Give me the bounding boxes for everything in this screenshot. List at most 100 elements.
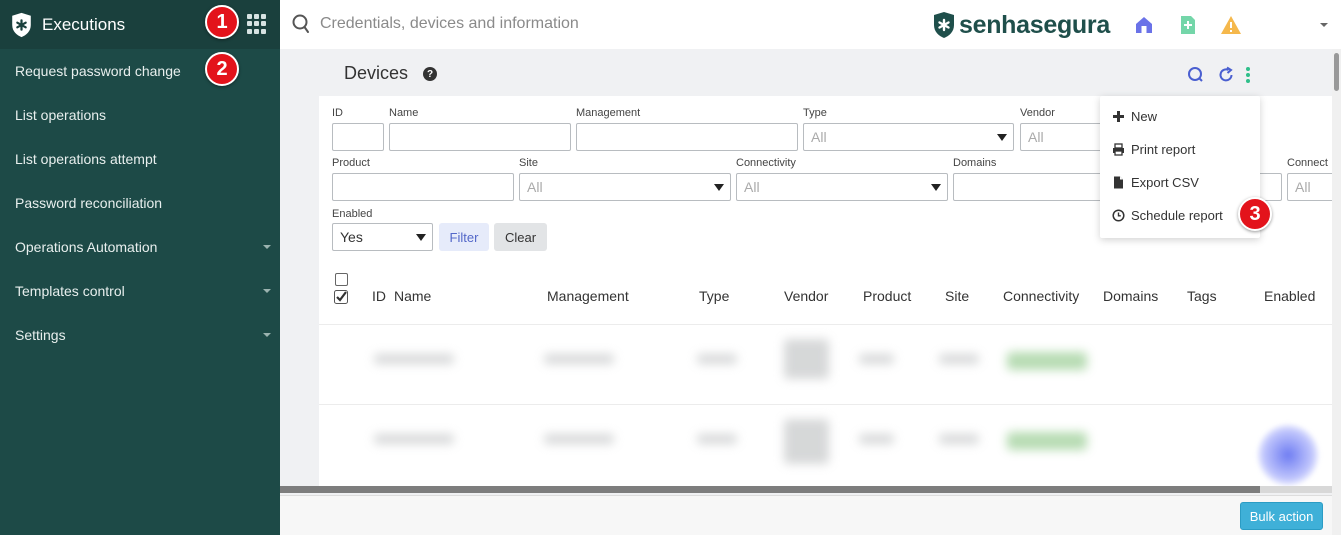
sidebar-item-password-reconciliation[interactable]: Password reconciliation xyxy=(0,181,280,225)
caret-down-icon xyxy=(416,234,426,241)
redacted-cell xyxy=(697,354,737,364)
menu-item-print-report[interactable]: Print report xyxy=(1112,138,1195,160)
brand-shield-icon xyxy=(934,12,954,38)
printer-icon xyxy=(1113,142,1124,156)
global-search-input[interactable] xyxy=(320,10,720,38)
filter-label-management: Management xyxy=(576,107,641,119)
menu-item-schedule-report[interactable]: Schedule report xyxy=(1112,204,1223,226)
caret-down-icon xyxy=(997,134,1007,141)
sidebar-item-label: List operations attempt xyxy=(15,151,157,167)
scrollbar-thumb[interactable] xyxy=(1334,53,1339,91)
column-header-tags[interactable]: Tags xyxy=(1187,288,1217,304)
filter-type-select[interactable]: All xyxy=(803,123,1014,151)
filter-site-select[interactable]: All xyxy=(519,173,731,201)
horizontal-scrollbar[interactable] xyxy=(280,486,1341,493)
filter-product-input[interactable] xyxy=(332,173,514,201)
select-value: All xyxy=(1295,179,1311,195)
sidebar-item-label: List operations xyxy=(15,107,107,123)
new-request-icon[interactable] xyxy=(1177,14,1199,36)
redacted-cell xyxy=(697,434,737,444)
floating-chat-button[interactable] xyxy=(1257,424,1319,486)
filter-label-type: Type xyxy=(803,107,827,119)
column-header-name[interactable]: Name xyxy=(394,288,431,304)
sidebar-item-operations-automation[interactable]: Operations Automation xyxy=(0,225,280,269)
sidebar-item-templates-control[interactable]: Templates control xyxy=(0,269,280,313)
row-divider xyxy=(319,324,1341,325)
user-menu-caret-icon[interactable] xyxy=(1320,23,1328,27)
table-row xyxy=(374,434,454,444)
menu-item-label: Print report xyxy=(1131,141,1196,157)
sidebar-item-list-operations[interactable]: List operations xyxy=(0,93,280,137)
select-value: All xyxy=(744,179,760,195)
kebab-menu-icon[interactable] xyxy=(1244,66,1252,84)
sidebar-item-list-operations-attempt[interactable]: List operations attempt xyxy=(0,137,280,181)
filter-label-product: Product xyxy=(332,157,370,169)
filter-id-input[interactable] xyxy=(332,123,384,151)
clear-button[interactable]: Clear xyxy=(494,223,547,251)
bulk-action-button[interactable]: Bulk action xyxy=(1240,502,1323,530)
filter-vendor-select[interactable]: All xyxy=(1020,123,1110,151)
annotation-badge-3: 3 xyxy=(1238,197,1272,231)
refresh-icon[interactable] xyxy=(1217,66,1235,84)
menu-item-label: New xyxy=(1131,108,1158,124)
sidebar-item-label: Password reconciliation xyxy=(15,195,163,211)
redacted-cell xyxy=(859,434,894,444)
search-icon[interactable] xyxy=(1187,66,1205,84)
page-title: Devices xyxy=(344,63,409,83)
column-header-vendor[interactable]: Vendor xyxy=(784,288,828,304)
plus-icon xyxy=(1113,110,1124,122)
redacted-cell xyxy=(784,339,829,379)
caret-down-icon xyxy=(931,184,941,191)
caret-down-icon xyxy=(714,184,724,191)
filter-label-vendor: Vendor xyxy=(1020,107,1055,119)
redacted-cell xyxy=(859,354,894,364)
filter-label-name: Name xyxy=(389,107,419,119)
sidebar-item-label: Operations Automation xyxy=(15,239,158,255)
sidebar-item-settings[interactable]: Settings xyxy=(0,313,280,357)
sidebar-item-label: Request password change xyxy=(15,63,181,79)
warning-icon[interactable] xyxy=(1220,14,1242,36)
sidebar-item-label: Templates control xyxy=(15,283,125,299)
apps-grid-icon[interactable] xyxy=(247,14,267,34)
actions-dropdown-menu: New Print report Export CSV Schedule rep… xyxy=(1100,96,1260,238)
select-value: Yes xyxy=(340,229,363,245)
brand-name: senhasegura xyxy=(959,10,1110,39)
sidebar: Executions Request password change List … xyxy=(0,0,280,535)
select-value: All xyxy=(527,179,543,195)
column-header-domains[interactable]: Domains xyxy=(1103,288,1158,304)
column-header-connectivity[interactable]: Connectivity xyxy=(1003,288,1079,304)
menu-item-new[interactable]: New xyxy=(1112,105,1157,127)
redacted-cell xyxy=(544,434,614,444)
filter-label-id: ID xyxy=(332,107,343,119)
column-header-site[interactable]: Site xyxy=(945,288,969,304)
filter-name-input[interactable] xyxy=(389,123,571,151)
filter-button[interactable]: Filter xyxy=(439,223,489,251)
shield-logo-icon xyxy=(12,12,31,37)
checked-checkbox-icon[interactable] xyxy=(334,290,348,304)
clock-icon xyxy=(1112,208,1125,222)
row-divider xyxy=(319,404,1341,405)
redacted-cell xyxy=(1007,352,1087,370)
chevron-down-icon xyxy=(263,289,271,293)
home-icon[interactable] xyxy=(1133,14,1155,36)
column-header-product[interactable]: Product xyxy=(863,288,911,304)
scrollbar-thumb[interactable] xyxy=(280,486,1260,493)
redacted-cell xyxy=(544,354,614,364)
footer-bar: Bulk action xyxy=(280,495,1341,535)
redacted-cell xyxy=(939,434,979,444)
column-header-enabled[interactable]: Enabled xyxy=(1264,288,1315,304)
column-header-management[interactable]: Management xyxy=(547,288,629,304)
sidebar-item-label: Settings xyxy=(15,327,66,343)
filter-connectivity-select[interactable]: All xyxy=(736,173,948,201)
filter-enabled-select[interactable]: Yes xyxy=(332,223,433,251)
filter-management-input[interactable] xyxy=(576,123,798,151)
column-header-id[interactable]: ID xyxy=(372,288,386,304)
top-bar: senhasegura xyxy=(280,0,1341,49)
filter-label-connect: Connect xyxy=(1287,157,1328,169)
select-all-checkbox[interactable] xyxy=(335,273,348,286)
column-header-type[interactable]: Type xyxy=(699,288,729,304)
annotation-badge-2: 2 xyxy=(205,52,239,86)
vertical-scrollbar[interactable] xyxy=(1332,49,1341,535)
help-icon[interactable]: ? xyxy=(423,67,437,81)
menu-item-export-csv[interactable]: Export CSV xyxy=(1112,171,1199,193)
